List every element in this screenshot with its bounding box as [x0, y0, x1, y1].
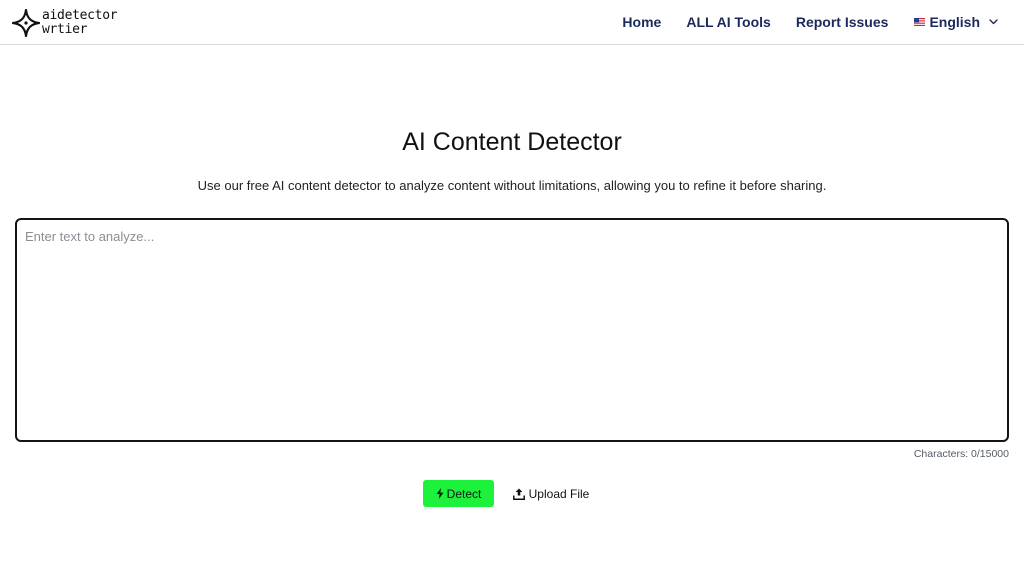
- us-flag-icon: [914, 18, 926, 26]
- detect-button-label: Detect: [446, 486, 482, 501]
- text-input-area[interactable]: [15, 218, 1009, 442]
- logo-line-2: wrtier: [42, 22, 88, 37]
- logo-line-1: aidetector: [42, 8, 118, 23]
- upload-file-label: Upload File: [528, 486, 590, 501]
- nav-all-ai-tools-link[interactable]: ALL AI Tools: [686, 14, 771, 30]
- logo-wordmark: aidetector wrtier: [42, 8, 118, 37]
- nav-report-issues-link[interactable]: Report Issues: [796, 14, 889, 30]
- language-label: English: [929, 14, 980, 30]
- nav-home-link[interactable]: Home: [622, 14, 661, 30]
- page-subtitle: Use our free AI content detector to anal…: [197, 178, 827, 193]
- upload-file-button[interactable]: Upload File: [508, 480, 594, 507]
- character-counter: Characters: 0/15000: [913, 448, 1009, 460]
- lightning-bolt-icon: [436, 488, 444, 499]
- site-header: aidetector wrtier Home ALL AI Tools Repo…: [0, 0, 1024, 45]
- site-logo[interactable]: aidetector wrtier: [12, 6, 118, 40]
- language-selector[interactable]: English: [914, 14, 998, 30]
- action-bar: Detect Upload File: [0, 480, 1024, 507]
- upload-icon: [512, 488, 525, 500]
- detect-button[interactable]: Detect: [423, 480, 494, 507]
- page-title: AI Content Detector: [402, 128, 622, 156]
- main-nav: Home ALL AI Tools Report Issues English: [597, 0, 998, 44]
- sparkle-star-icon: [12, 9, 40, 37]
- chevron-down-icon: [989, 19, 998, 25]
